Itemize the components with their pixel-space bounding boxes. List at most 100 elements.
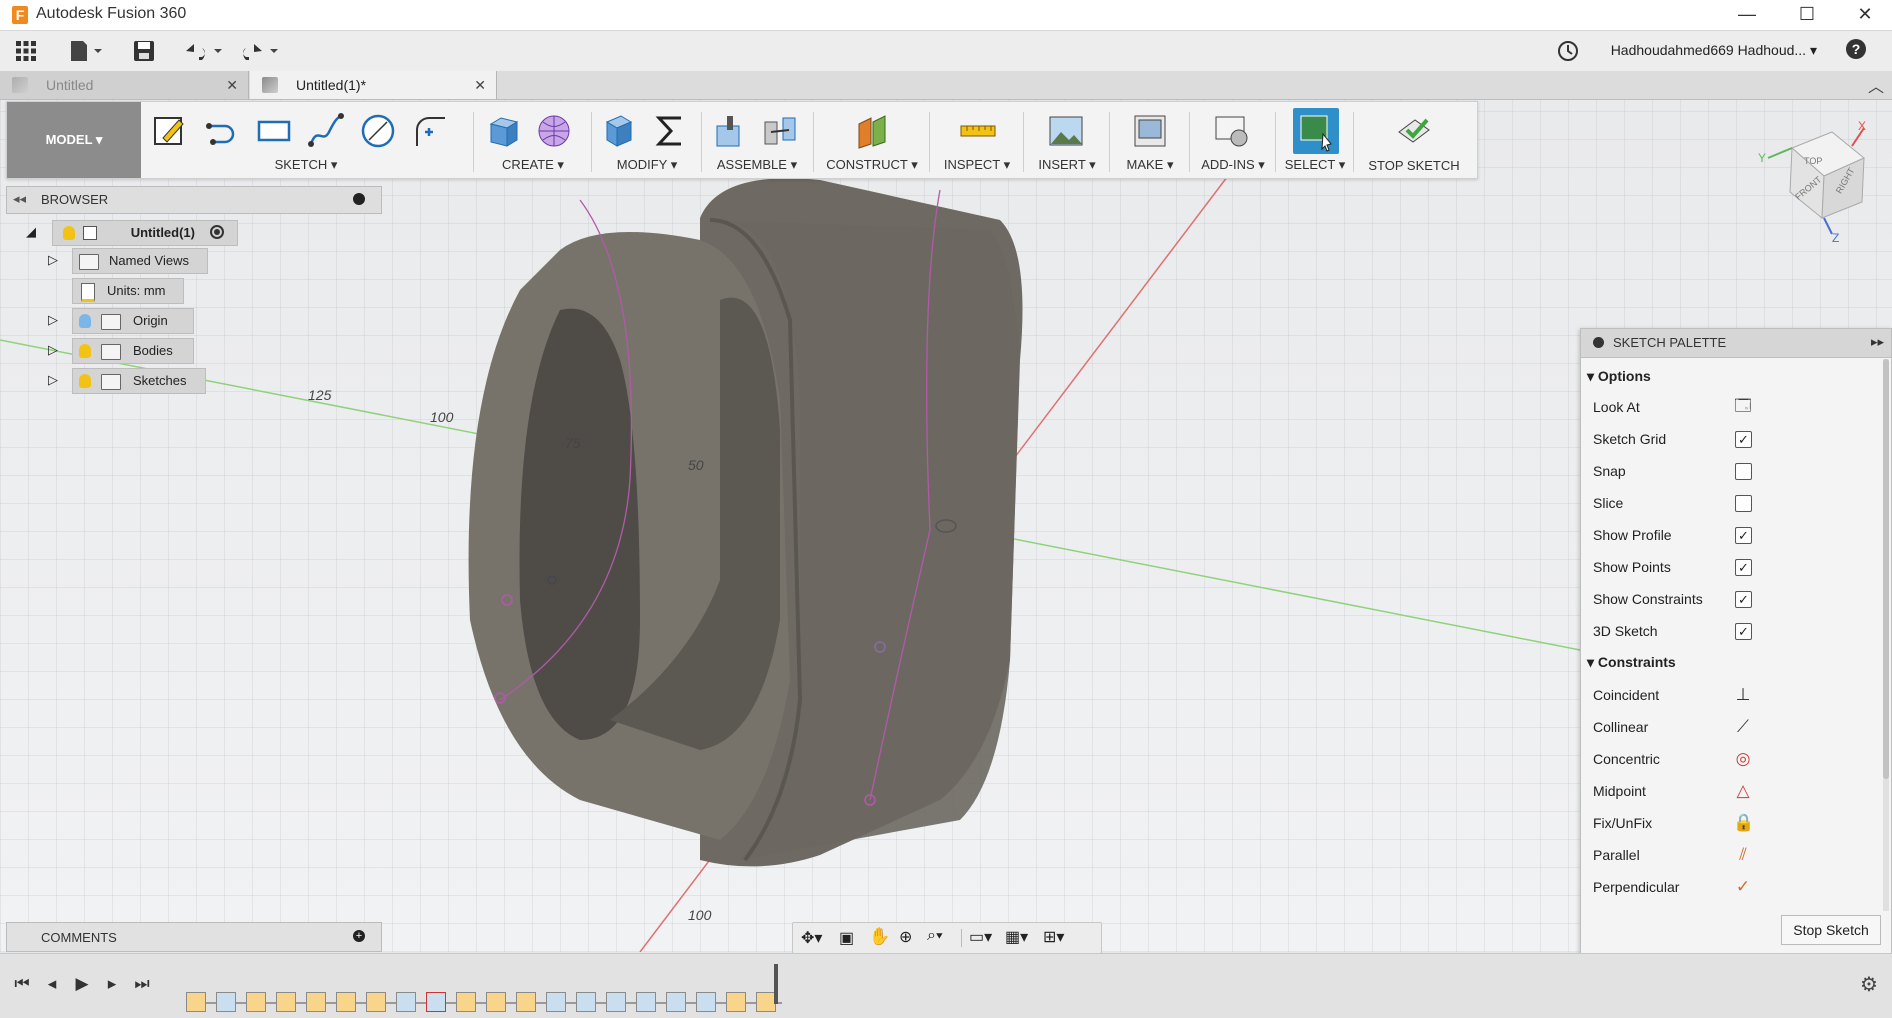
pan-hand-icon[interactable]: ✋ [869, 927, 890, 947]
make-group[interactable]: MAKE ▾ [1113, 102, 1187, 178]
option-snap[interactable]: Snap [1593, 455, 1863, 487]
constraint-midpoint[interactable]: Midpoint △ [1593, 775, 1863, 807]
user-account-menu[interactable]: Hadhoudahmed669 Hadhoud... ▾ [1611, 42, 1817, 59]
visibility-bulb-icon[interactable] [79, 344, 91, 358]
view-cube[interactable]: TOP FRONT RIGHT X Y Z [1752, 118, 1880, 245]
minimize-panel-icon[interactable] [1593, 337, 1604, 348]
timeline-move-feature[interactable] [606, 992, 626, 1012]
construct-group[interactable]: CONSTRUCT ▾ [817, 102, 927, 178]
modify-group[interactable]: MODIFY ▾ [595, 102, 699, 178]
comments-panel-header[interactable]: COMMENTS + [6, 922, 382, 952]
tree-item-named-views[interactable]: Named Views [72, 248, 208, 274]
expand-double-chevron-icon[interactable]: ▸▸ [1871, 334, 1884, 350]
go-to-start-icon[interactable]: ⏮ [12, 974, 32, 994]
show-constraints-checkbox[interactable]: ✓ [1735, 591, 1752, 608]
help-button[interactable]: ? [1846, 39, 1872, 63]
timeline-sketch-feature[interactable] [336, 992, 356, 1012]
perpendicular-icon[interactable]: ✓ [1733, 877, 1753, 897]
timeline-sketch-feature[interactable] [726, 992, 746, 1012]
expand-triangle-icon[interactable]: ▷ [48, 312, 58, 328]
timeline-sketch-feature[interactable] [366, 992, 386, 1012]
collapse-chevron-up-icon[interactable]: ︿ [1868, 73, 1884, 97]
visibility-bulb-icon[interactable] [79, 314, 91, 328]
close-button[interactable]: ✕ [1842, 0, 1888, 30]
tree-item-bodies[interactable]: Bodies [72, 338, 194, 364]
tree-item-sketches[interactable]: Sketches [72, 368, 206, 394]
constraint-concentric[interactable]: Concentric ◎ [1593, 743, 1863, 775]
timeline-extrude-feature[interactable] [636, 992, 656, 1012]
timeline-sketch-feature[interactable] [756, 992, 776, 1012]
option-slice[interactable]: Slice [1593, 487, 1863, 519]
activate-radio-icon[interactable] [210, 225, 224, 239]
scripts-gear-icon[interactable] [1213, 112, 1251, 150]
new-component-icon[interactable] [711, 112, 749, 150]
visibility-bulb-icon[interactable] [79, 374, 91, 388]
palette-scrollbar[interactable] [1883, 359, 1889, 911]
timeline-settings-gear-icon[interactable]: ⚙ [1860, 972, 1878, 997]
collinear-icon[interactable]: ⟋ [1733, 717, 1753, 737]
minimize-panel-icon[interactable] [353, 193, 365, 205]
timeline-combine-feature[interactable] [666, 992, 686, 1012]
select-cursor-icon[interactable] [1293, 108, 1339, 154]
timeline-extrude-feature[interactable] [216, 992, 236, 1012]
option-3d-sketch[interactable]: 3D Sketch ✓ [1593, 615, 1863, 647]
sketch-grid-checkbox[interactable]: ✓ [1735, 431, 1752, 448]
timeline-marker[interactable] [774, 964, 778, 1004]
add-ins-group[interactable]: ADD-INS ▾ [1193, 102, 1273, 178]
constraint-perpendicular[interactable]: Perpendicular ✓ [1593, 871, 1863, 903]
timeline-sketch-feature[interactable] [246, 992, 266, 1012]
timeline-sketch-feature[interactable] [486, 992, 506, 1012]
app-grid-icon[interactable] [14, 39, 38, 63]
press-pull-icon[interactable] [599, 112, 637, 150]
zoom-icon[interactable]: ⊕ [899, 927, 912, 947]
timeline-sketch-feature[interactable] [306, 992, 326, 1012]
undo-icon[interactable] [182, 39, 224, 63]
workspace-switcher-button[interactable]: MODEL ▾ [7, 102, 141, 178]
minimize-button[interactable]: — [1724, 0, 1770, 30]
circle-icon[interactable] [359, 112, 397, 150]
timeline-sketch-feature[interactable] [276, 992, 296, 1012]
fit-zoom-icon[interactable]: ⌕▾ [927, 927, 943, 945]
coincident-icon[interactable]: ⊥ [1733, 685, 1753, 705]
timeline-extrude-feature[interactable] [396, 992, 416, 1012]
collapse-double-chevron-icon[interactable]: ◂◂ [13, 191, 26, 207]
3d-sketch-checkbox[interactable]: ✓ [1735, 623, 1752, 640]
look-at-icon[interactable]: 🗔 [1733, 397, 1753, 417]
mesh-form-icon[interactable] [535, 112, 573, 150]
step-forward-icon[interactable]: ▸ [102, 974, 122, 994]
play-icon[interactable]: ▶ [72, 974, 92, 994]
tab-untitled[interactable]: Untitled ✕ [0, 71, 249, 99]
constraints-section-header[interactable]: ▾ Constraints [1587, 647, 1867, 677]
joint-icon[interactable] [761, 112, 799, 150]
stop-sketch-check-icon[interactable] [1395, 112, 1433, 150]
tree-item-units[interactable]: Units: mm [72, 278, 184, 304]
display-settings-icon[interactable]: ▭▾ [969, 927, 992, 947]
palette-header[interactable]: SKETCH PALETTE ▸▸ [1581, 329, 1891, 358]
lock-icon[interactable]: 🔒 [1733, 813, 1754, 833]
tree-item-origin[interactable]: Origin [72, 308, 194, 334]
timeline-extrude-feature[interactable] [546, 992, 566, 1012]
create-group[interactable]: CREATE ▾ [477, 102, 589, 178]
midpoint-icon[interactable]: △ [1733, 781, 1753, 801]
insert-group[interactable]: INSERT ▾ [1027, 102, 1107, 178]
go-to-end-icon[interactable]: ⏭ [132, 974, 152, 994]
fillet-sketch-icon[interactable] [411, 112, 449, 150]
timeline-delete-feature[interactable] [426, 992, 446, 1012]
step-back-icon[interactable]: ◂ [42, 974, 62, 994]
timeline-sketch-feature[interactable] [456, 992, 476, 1012]
timeline-body-feature[interactable] [576, 992, 596, 1012]
concentric-icon[interactable]: ◎ [1733, 749, 1753, 769]
collapse-triangle-icon[interactable]: ◢ [26, 224, 36, 240]
select-group[interactable]: SELECT ▾ [1279, 102, 1351, 178]
option-sketch-grid[interactable]: Sketch Grid ✓ [1593, 423, 1863, 455]
option-show-constraints[interactable]: Show Constraints ✓ [1593, 583, 1863, 615]
measure-ruler-icon[interactable] [959, 112, 997, 150]
look-at-icon[interactable]: ▣ [839, 928, 854, 948]
create-sketch-icon[interactable] [151, 112, 189, 150]
orbit-icon[interactable]: ✥▾ [801, 928, 822, 948]
sketch-group[interactable]: SKETCH ▾ [147, 102, 465, 178]
save-icon[interactable] [132, 39, 156, 63]
expand-triangle-icon[interactable]: ▷ [48, 252, 58, 268]
constraint-fix-unfix[interactable]: Fix/UnFix 🔒 [1593, 807, 1863, 839]
constraint-collinear[interactable]: Collinear ⟋ [1593, 711, 1863, 743]
